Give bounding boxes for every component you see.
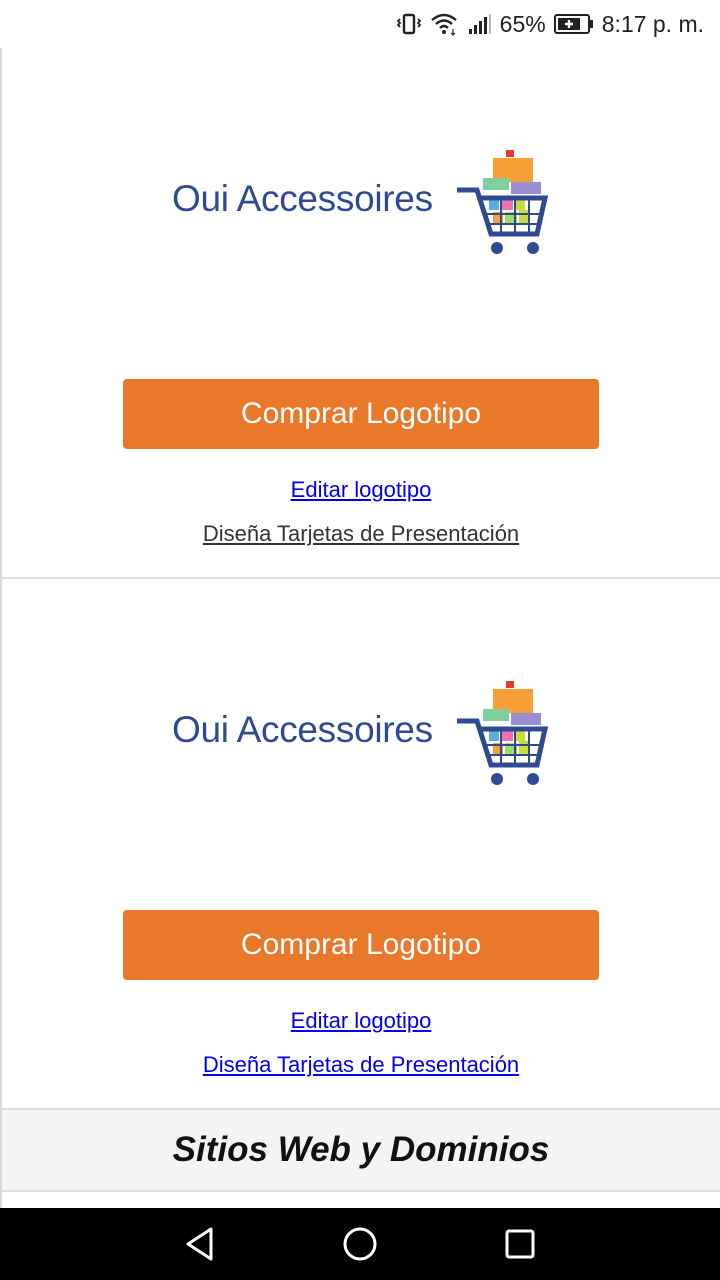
shopping-cart-icon bbox=[457, 679, 552, 799]
battery-icon bbox=[553, 13, 594, 35]
business-cards-link[interactable]: Diseña Tarjetas de Presentación bbox=[2, 521, 720, 547]
edit-logo-link[interactable]: Editar logotipo bbox=[2, 1008, 720, 1034]
buy-logo-button[interactable]: Comprar Logotipo bbox=[123, 910, 599, 980]
buy-logo-button[interactable]: Comprar Logotipo bbox=[123, 379, 599, 449]
content-area: Oui Accessoires Comprar Logotipo Editar … bbox=[0, 48, 720, 1208]
logo-text: Oui Accessoires bbox=[172, 178, 433, 219]
business-cards-link[interactable]: Diseña Tarjetas de Presentación bbox=[2, 1052, 720, 1078]
recents-icon[interactable] bbox=[490, 1214, 550, 1274]
signal-icon bbox=[468, 13, 492, 35]
section-header: Sitios Web y Dominios bbox=[2, 1110, 720, 1192]
status-bar: 65% 8:17 p. m. bbox=[0, 0, 720, 48]
clock: 8:17 p. m. bbox=[601, 10, 704, 37]
home-icon[interactable] bbox=[330, 1214, 390, 1274]
logo: Oui Accessoires bbox=[172, 148, 552, 263]
logo-card: Oui Accessoires Comprar Logotipo Editar … bbox=[2, 579, 720, 1110]
wifi-icon bbox=[430, 12, 460, 36]
logo-card: Oui Accessoires Comprar Logotipo Editar … bbox=[2, 48, 720, 579]
shopping-cart-icon bbox=[457, 148, 552, 268]
battery-percent: 65% bbox=[499, 10, 546, 37]
navigation-bar bbox=[0, 1208, 720, 1280]
vibrate-icon bbox=[396, 12, 422, 36]
screen: 65% 8:17 p. m. Oui Accessoires Comprar L… bbox=[0, 0, 720, 1280]
section-title: Sitios Web y Dominios bbox=[172, 1130, 550, 1169]
logo-text: Oui Accessoires bbox=[172, 709, 433, 750]
logo: Oui Accessoires bbox=[172, 679, 552, 794]
edit-logo-link[interactable]: Editar logotipo bbox=[2, 477, 720, 503]
back-icon[interactable] bbox=[170, 1214, 230, 1274]
